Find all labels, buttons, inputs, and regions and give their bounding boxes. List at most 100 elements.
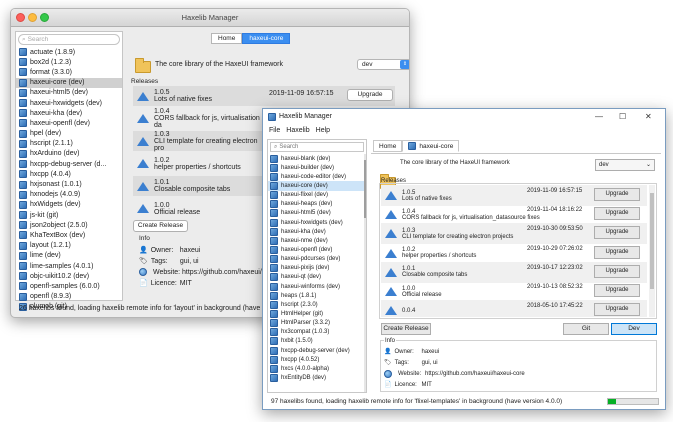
tab-home[interactable]: Home [211, 33, 243, 44]
library-list-item[interactable]: haxeui-openfl (dev) [16, 118, 122, 128]
release-description: Closable composite tabs [402, 272, 468, 279]
package-icon [19, 170, 27, 179]
release-text: 1.0.4 CORS fallback for js, virtualisatio… [402, 209, 540, 221]
create-release-button[interactable]: Create Release [133, 220, 188, 232]
library-list-item[interactable]: hpel (dev) [16, 129, 122, 139]
library-list-item[interactable]: hxbit (1.5.0) [268, 337, 366, 346]
library-list-item[interactable]: KhaTextBox (dev) [16, 230, 122, 240]
package-icon [19, 139, 27, 148]
library-list-item[interactable]: openfl (8.9.3) [16, 292, 122, 302]
library-list-item[interactable]: haxeui-core (dev) [16, 77, 122, 88]
search-placeholder: Search [27, 36, 49, 43]
library-list-item[interactable]: openfl-samples (6.0.0) [16, 281, 122, 291]
library-list-item[interactable]: haxeui-kha (dev) [16, 108, 122, 118]
release-date: 2019-10-30 09:53:50 [527, 226, 583, 233]
package-icon [19, 292, 27, 301]
library-name: haxeui-core (dev) [30, 79, 85, 87]
library-list-item[interactable]: hxnodejs (4.0.9) [16, 190, 122, 200]
upgrade-button[interactable]: Upgrade [594, 264, 640, 278]
website-link[interactable]: https://github.com/haxeui/haxeui-core [425, 371, 525, 377]
package-icon [270, 364, 278, 373]
library-list-item[interactable]: hx3compat (1.0.3) [268, 328, 366, 337]
library-list-item[interactable]: hxcpp (4.0.4) [16, 169, 122, 179]
release-text: 1.0.2 helper properties / shortcuts [154, 157, 269, 171]
release-row: 1.0.4 CORS fallback for js, virtualisatio… [381, 204, 647, 225]
release-row: 1.0.5 Lots of native fixes 2019-11-09 16:5… [133, 86, 395, 106]
package-icon [19, 190, 27, 199]
package-icon [19, 241, 27, 250]
release-text: 1.0.1 Closable composite tabs [402, 266, 467, 278]
upgrade-button[interactable]: Upgrade [594, 207, 640, 221]
library-name: hxnodejs (4.0.9) [30, 191, 81, 199]
scrollbar-thumb[interactable] [650, 193, 654, 289]
release-row: 1.0.5 Lots of native fixes 2019-11-09 16:5… [381, 185, 647, 206]
info-website: Website: https://github.com/haxeui/haxeu… [384, 370, 525, 378]
releases-scrollbar[interactable] [649, 185, 655, 317]
dev-button[interactable]: Dev [611, 323, 657, 335]
release-text: 1.0.2 helper properties / shortcuts [402, 247, 476, 259]
window-title: Haxelib Manager [181, 13, 239, 22]
package-icon [270, 319, 278, 328]
tag-icon: 🏷 [139, 258, 148, 265]
mac-titlebar: Haxelib Manager [11, 9, 409, 27]
library-list-item[interactable]: js-kit (git) [16, 210, 122, 220]
release-description: Closable composite tabs [154, 186, 231, 193]
upgrade-button[interactable]: Upgrade [594, 284, 640, 297]
library-name: HtmlParser (3.3.2) [281, 320, 331, 327]
package-icon [19, 272, 27, 281]
library-name: hxcpp (4.0.4) [30, 170, 71, 178]
library-list-item[interactable]: objc-uikit10.2 (dev) [16, 271, 122, 281]
library-list[interactable]: ⌕ Search actuate (1.8.9) box2d (1.2.3) for… [15, 31, 123, 311]
package-icon [19, 200, 27, 209]
library-list-item[interactable]: hxcs (4.0.0-alpha) [268, 364, 366, 373]
library-name: haxeui-openfl (dev) [30, 119, 90, 127]
git-button[interactable]: Git [563, 323, 609, 335]
release-text: 1.0.3 CLI template for creating electron … [154, 131, 269, 152]
globe-icon [139, 268, 147, 276]
library-name: format (3.3.0) [30, 68, 73, 76]
upgrade-button[interactable]: Upgrade [594, 245, 640, 259]
library-list-item[interactable]: HtmlParser (3.3.2) [268, 319, 366, 328]
win-window: Haxelib Manager — ☐ ✕ File Haxelib Help … [262, 108, 666, 410]
library-list-item[interactable]: hscript (2.1.1) [16, 139, 122, 149]
library-list-item[interactable]: hxcpp (4.0.52) [268, 355, 366, 364]
library-list-item[interactable]: box2d (1.2.3) [16, 57, 122, 67]
library-name: actuate (1.8.9) [30, 48, 76, 56]
library-list-item[interactable]: actuate (1.8.9) [16, 47, 122, 57]
library-list-item[interactable]: lime-samples (4.0.1) [16, 261, 122, 271]
package-icon [19, 282, 27, 291]
upgrade-button[interactable]: Upgrade [594, 303, 640, 317]
library-name: hxArduino (dev) [30, 150, 80, 158]
library-list-item[interactable]: hxcpp-debug-server (dev) [268, 346, 366, 355]
library-list-item[interactable]: haxeui-html5 (dev) [16, 88, 122, 98]
website-link[interactable]: https://github.com/haxeui/hax [182, 269, 273, 276]
library-name: hxjsonast (1.0.1) [30, 181, 82, 189]
package-icon [19, 88, 27, 97]
create-release-button[interactable]: Create Release [381, 323, 431, 335]
tab-haxeui-core[interactable]: haxeui-core [242, 33, 291, 44]
library-list-item[interactable]: haxeui-hxwidgets (dev) [16, 98, 122, 108]
library-name: openfl-samples (6.0.0) [30, 282, 100, 290]
library-list-item[interactable]: layout (1.2.1) [16, 241, 122, 251]
upgrade-button[interactable]: Upgrade [594, 226, 640, 240]
library-list-item[interactable]: hxWidgets (dev) [16, 200, 122, 210]
library-name: hxbit (1.5.0) [281, 338, 313, 345]
upgrade-button[interactable]: Upgrade [347, 89, 393, 101]
library-list-item[interactable]: hxcpp-debug-server (d... [16, 159, 122, 169]
library-list-item[interactable]: hxEntityDB (dev) [268, 373, 366, 382]
library-list-item[interactable]: lime (dev) [16, 251, 122, 261]
package-icon [19, 211, 27, 220]
library-list-item[interactable]: hxjsonast (1.0.1) [16, 179, 122, 189]
upgrade-button[interactable]: Upgrade [594, 188, 640, 201]
owner-label: Owner: [150, 246, 174, 254]
release-text: 1.0.0 Official release [154, 202, 269, 216]
package-icon [19, 129, 27, 138]
library-list-item[interactable]: format (3.3.0) [16, 67, 122, 77]
library-name: openfl (8.9.3) [30, 293, 72, 301]
release-text: 0.0.4 [402, 308, 415, 314]
library-list-item[interactable]: hxArduino (dev) [16, 149, 122, 159]
search-input[interactable]: ⌕ Search [18, 34, 120, 45]
package-icon [270, 337, 278, 346]
library-list-item[interactable]: json2object (2.5.0) [16, 220, 122, 230]
document-icon: 📄 [384, 382, 392, 388]
